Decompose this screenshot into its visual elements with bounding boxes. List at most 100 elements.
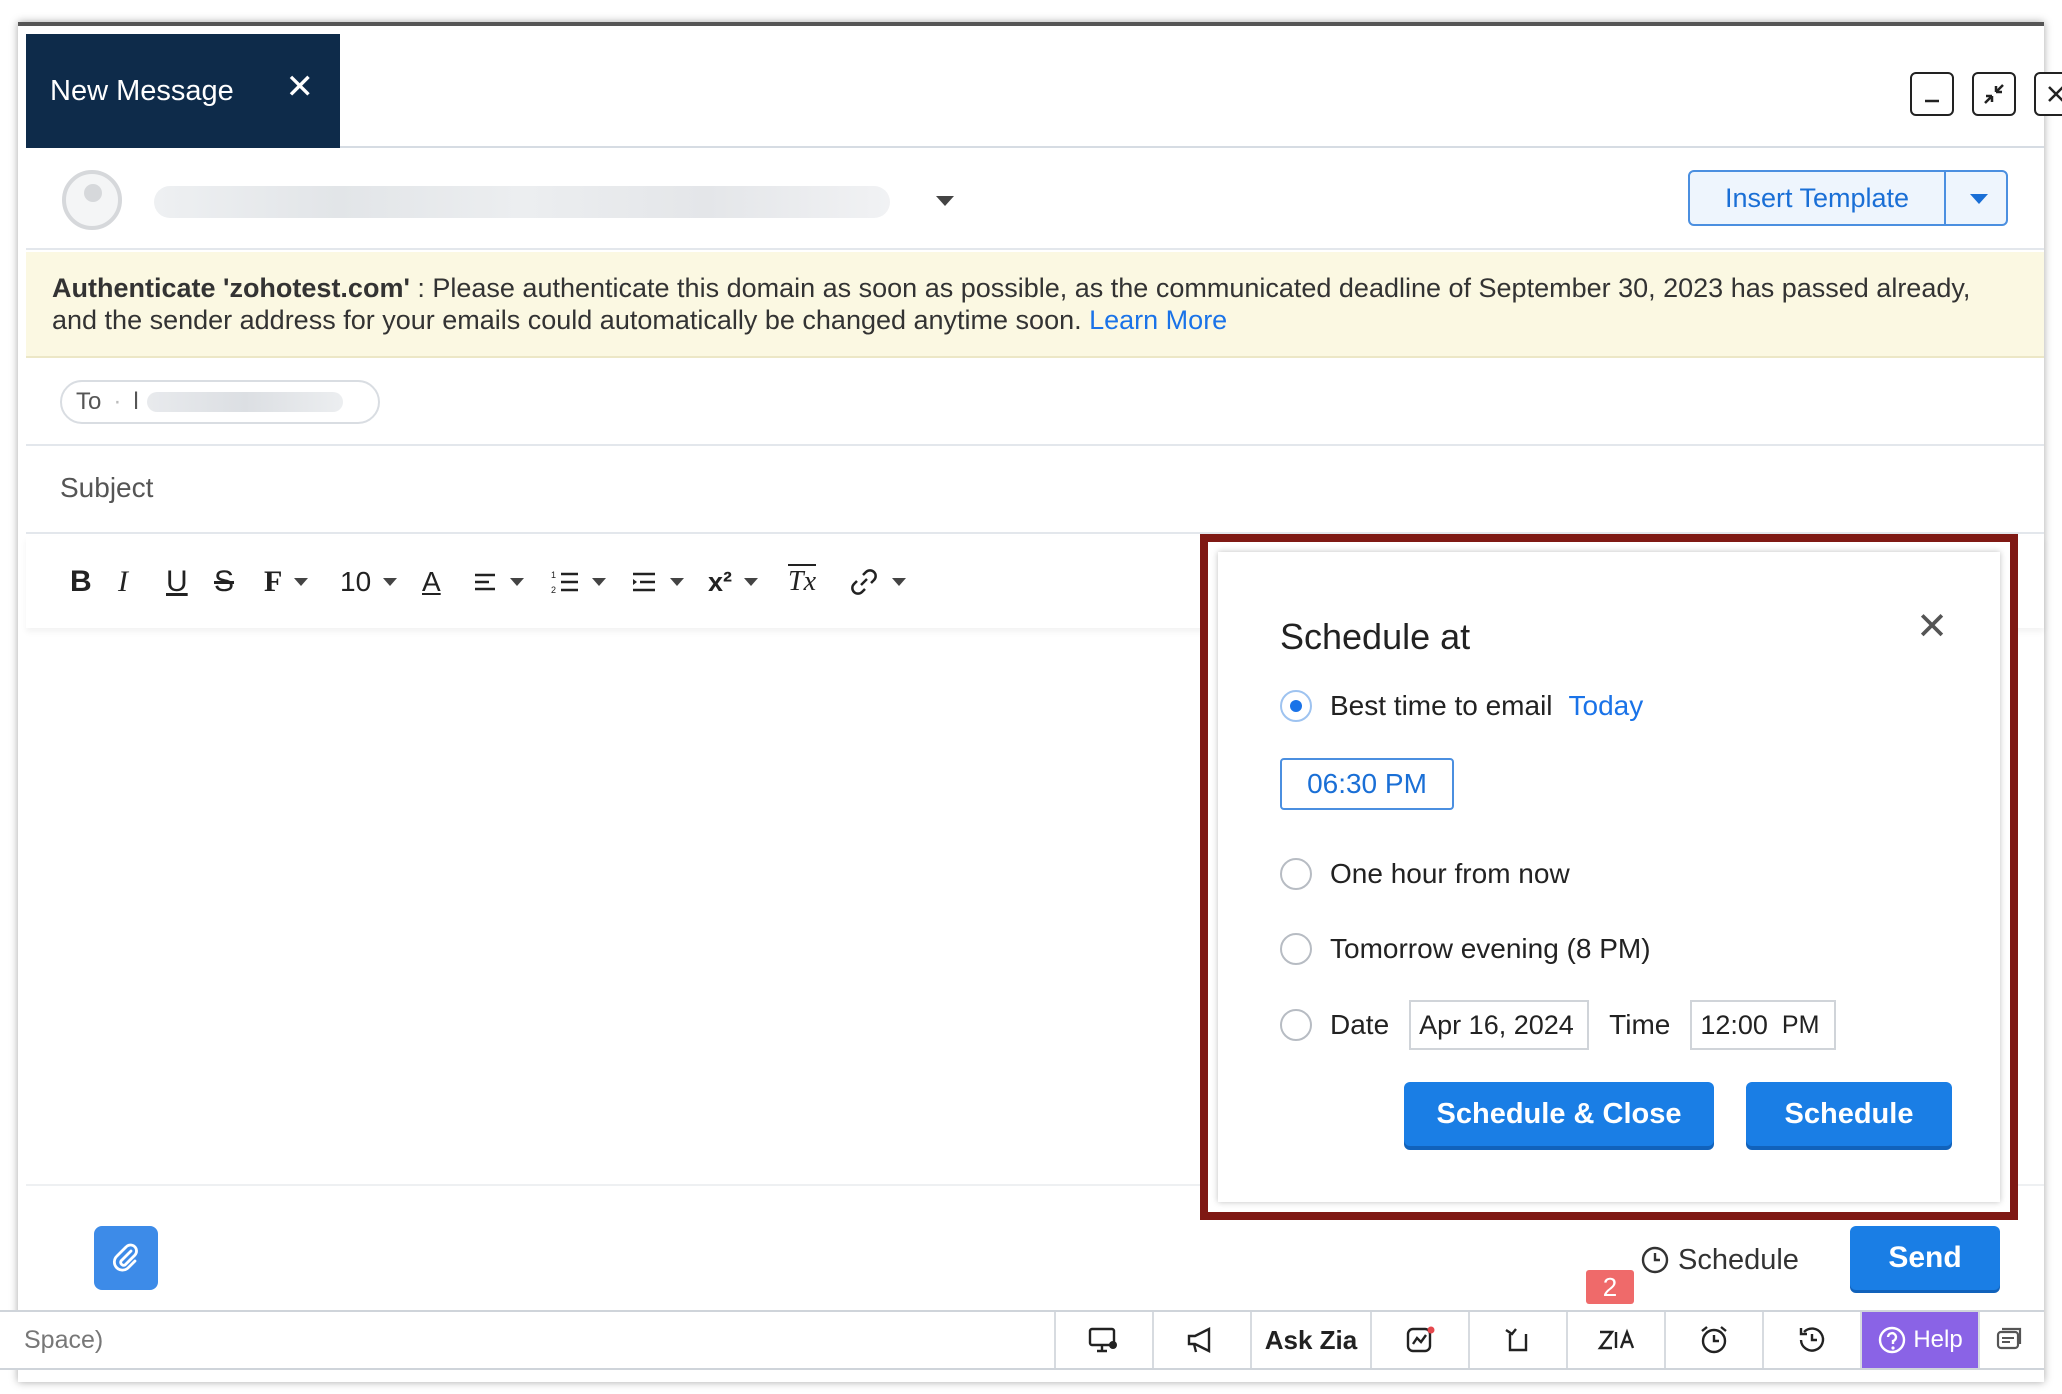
send-button[interactable]: Send [1850, 1226, 2000, 1290]
option-one-hour[interactable]: One hour from now [1280, 858, 1570, 890]
align-caret-icon [510, 578, 524, 586]
zia-icon [1597, 1328, 1635, 1350]
italic-button[interactable]: I [118, 562, 128, 602]
ask-zia-button[interactable]: Ask Zia [1250, 1312, 1370, 1368]
to-label: To [76, 388, 102, 415]
announcement-button[interactable] [1152, 1312, 1250, 1368]
indent-caret-icon [670, 578, 684, 586]
radio-one-hour[interactable] [1280, 858, 1312, 890]
option-tomorrow-evening-label: Tomorrow evening (8 PM) [1330, 933, 1651, 964]
zia-button[interactable] [1566, 1312, 1664, 1368]
superscript-button[interactable]: x² [708, 562, 759, 602]
compose-window: New Message ✕ Insert Template Authentica… [18, 22, 2062, 1382]
chat-icon [1996, 1327, 2022, 1350]
underline-button[interactable]: U [166, 562, 188, 602]
font-family-caret-icon [294, 578, 309, 586]
from-address-redacted[interactable] [154, 186, 890, 218]
popup-close-icon[interactable]: ✕ [1916, 608, 1948, 646]
to-separator: · [113, 388, 122, 415]
to-recipient-chip[interactable]: To · l [60, 380, 380, 424]
date-input[interactable]: Apr 16, 2024 [1409, 1000, 1590, 1050]
font-size-value: 10 [340, 566, 372, 597]
time-input-value: 12:00 [1700, 1009, 1768, 1040]
attach-button[interactable] [94, 1226, 158, 1290]
link-caret-icon [892, 578, 906, 586]
to-address-redacted [146, 392, 343, 412]
time-input-ampm: PM [1781, 1010, 1820, 1039]
screen-share-button[interactable] [1054, 1312, 1152, 1368]
screen-share-icon [1088, 1327, 1117, 1353]
transfer-icon [1505, 1328, 1528, 1352]
help-label: Help [1913, 1326, 1963, 1353]
from-dropdown-caret-icon[interactable] [936, 196, 954, 206]
schedule-toggle[interactable]: Schedule [1640, 1240, 1799, 1280]
align-button[interactable] [472, 562, 524, 602]
help-icon [1879, 1326, 1906, 1354]
schedule-popup: Schedule at ✕ Best time to email Today 0… [1200, 534, 2018, 1220]
minimize-icon [1925, 99, 1939, 103]
link-icon [851, 569, 877, 595]
option-tomorrow-evening[interactable]: Tomorrow evening (8 PM) [1280, 933, 1651, 965]
learn-more-link[interactable]: Learn More [1089, 305, 1227, 335]
time-label: Time [1609, 1009, 1671, 1040]
option-best-time[interactable]: Best time to email Today [1280, 690, 1643, 722]
font-size-button[interactable]: 10 [340, 562, 398, 602]
option-custom-date-label: Date [1330, 1009, 1390, 1040]
strikethrough-button[interactable]: S [214, 562, 234, 602]
text-color-button[interactable]: A [422, 562, 441, 602]
reminder-button[interactable] [1664, 1312, 1762, 1368]
bold-button[interactable]: B [70, 562, 92, 602]
alarm-clock-icon [1701, 1326, 1727, 1354]
best-time-day-link[interactable]: Today [1569, 690, 1644, 722]
compose-tab-title: New Message [50, 74, 234, 107]
restore-button[interactable] [1972, 72, 2016, 116]
subject-row[interactable]: Subject [26, 448, 2044, 534]
compose-tab[interactable]: New Message ✕ [26, 34, 340, 148]
close-window-button[interactable] [2034, 72, 2062, 116]
indent-icon [633, 572, 655, 592]
best-time-chip[interactable]: 06:30 PM [1280, 758, 1454, 810]
insert-template-caret-icon[interactable] [1946, 172, 2006, 224]
compose-header: New Message ✕ [26, 34, 2062, 148]
history-icon [1799, 1327, 1825, 1352]
radio-best-time[interactable] [1280, 690, 1312, 722]
subject-field[interactable]: Subject [60, 472, 153, 504]
numbered-list-caret-icon [592, 578, 606, 586]
minimize-button[interactable] [1910, 72, 1954, 116]
transfer-button[interactable] [1468, 1312, 1566, 1368]
schedule-button[interactable]: Schedule [1746, 1082, 1952, 1146]
radio-custom-date[interactable] [1280, 1009, 1312, 1041]
font-size-caret-icon [383, 578, 398, 586]
domain-auth-banner: Authenticate 'zohotest.com' : Please aut… [26, 252, 2044, 358]
banner-domain-label: Authenticate 'zohotest.com' [52, 273, 410, 303]
sender-avatar [62, 170, 122, 230]
option-one-hour-label: One hour from now [1330, 858, 1570, 889]
superscript-caret-icon [744, 578, 759, 586]
notification-badge: 2 [1586, 1270, 1634, 1304]
schedule-and-close-button[interactable]: Schedule & Close [1404, 1082, 1714, 1146]
font-family-button[interactable]: F [264, 562, 309, 602]
restore-icon [1984, 84, 2004, 104]
schedule-popup-panel: Schedule at ✕ Best time to email Today 0… [1218, 552, 2000, 1202]
megaphone-icon [1187, 1327, 1211, 1353]
help-button[interactable]: Help [1860, 1312, 1978, 1368]
svg-text:2: 2 [551, 585, 556, 595]
schedule-popup-title: Schedule at [1280, 616, 1471, 657]
to-first-char: l [133, 388, 139, 415]
svg-text:1: 1 [551, 570, 556, 580]
radio-tomorrow-evening[interactable] [1280, 933, 1312, 965]
close-tab-icon[interactable]: ✕ [286, 70, 315, 104]
insert-template-button[interactable]: Insert Template [1688, 170, 2008, 226]
clear-format-button[interactable]: Tx [788, 562, 816, 602]
activity-button[interactable] [1370, 1312, 1468, 1368]
option-best-time-label: Best time to email [1330, 690, 1553, 721]
indent-button[interactable] [630, 562, 684, 602]
align-left-icon [475, 573, 495, 591]
option-custom-date[interactable]: Date Apr 16, 2024 Time 12:00 PM [1280, 1000, 1837, 1050]
chat-button[interactable] [1978, 1312, 2038, 1368]
history-button[interactable] [1762, 1312, 1860, 1368]
link-button[interactable] [848, 562, 906, 602]
numbered-list-button[interactable]: 12 [550, 562, 606, 602]
insert-template-label[interactable]: Insert Template [1690, 172, 1946, 224]
time-input[interactable]: 12:00 PM [1690, 1000, 1837, 1050]
